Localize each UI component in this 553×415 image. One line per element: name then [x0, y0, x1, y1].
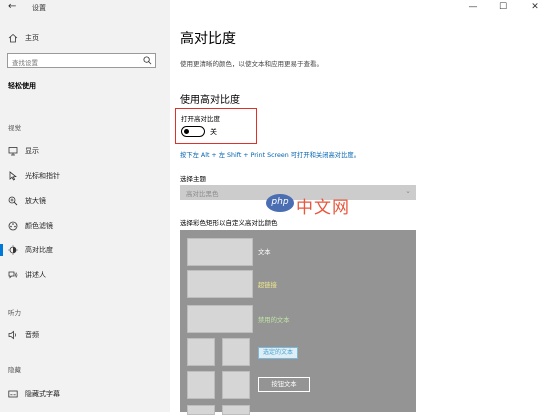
- colors-label: 选择彩色矩形以自定义高对比颜色: [180, 219, 278, 227]
- magnifier-icon: [8, 196, 18, 206]
- contrast-icon: [8, 245, 18, 255]
- sidebar-item-label: 讲述人: [25, 271, 46, 279]
- watermark-logo-text: php: [271, 197, 289, 207]
- background-swatch[interactable]: [187, 405, 215, 415]
- color-filter-icon: [8, 221, 18, 231]
- button-text-sample: 按钮文本: [258, 377, 310, 392]
- search-placeholder: 查找设置: [12, 59, 38, 67]
- sidebar-item-label: 显示: [25, 147, 39, 155]
- text-label: 文本: [258, 249, 271, 256]
- section-label-hidden: 隐藏: [8, 366, 21, 374]
- sidebar-item-home[interactable]: 主页: [8, 32, 158, 44]
- active-indicator: [0, 244, 3, 256]
- search-input[interactable]: 查找设置: [7, 53, 156, 68]
- back-arrow-icon[interactable]: ←: [8, 2, 16, 12]
- selected-text-sample: 选定的文本: [258, 347, 299, 359]
- titlebar-left: ← 设置: [0, 0, 170, 16]
- sidebar-item-home-label: 主页: [25, 34, 39, 42]
- search-icon[interactable]: [143, 56, 152, 65]
- sidebar-item-label: 放大镜: [25, 197, 46, 205]
- speaker-icon: [8, 330, 16, 340]
- hyperlink-label: 超链接: [258, 282, 277, 289]
- caption-icon: [8, 390, 18, 398]
- narrator-icon: [8, 271, 18, 279]
- window-title: 设置: [32, 4, 46, 12]
- cursor-icon: [9, 171, 17, 181]
- section-label-hearing: 听力: [8, 309, 21, 317]
- toggle-knob: [184, 128, 189, 134]
- sidebar-item-label: 高对比度: [25, 246, 53, 254]
- chevron-down-icon: ⌄: [405, 187, 411, 195]
- high-contrast-toggle[interactable]: [181, 126, 205, 137]
- sidebar-item-color-filter[interactable]: 颜色滤镜: [0, 219, 170, 233]
- sidebar-item-narrator[interactable]: 讲述人: [0, 268, 170, 282]
- extra-swatch[interactable]: [222, 405, 250, 415]
- sidebar-item-label: 音频: [25, 331, 39, 339]
- sidebar-item-audio[interactable]: 音频: [0, 328, 170, 342]
- sidebar-item-captions[interactable]: 隐藏式字幕: [0, 387, 170, 401]
- toggle-state-text: 关: [210, 128, 217, 136]
- shortcut-link[interactable]: 按下左 Alt + 左 Shift + Print Screen 可打开和关闭高…: [180, 150, 360, 159]
- sidebar-item-cursor[interactable]: 光标和指针: [0, 169, 170, 183]
- theme-select-value: 高对比黑色: [186, 190, 219, 198]
- sidebar-item-label: 光标和指针: [25, 172, 60, 180]
- hyperlink-color-swatch[interactable]: [187, 270, 253, 298]
- selected-background-swatch[interactable]: [187, 338, 215, 366]
- sidebar-item-display[interactable]: 显示: [0, 144, 170, 158]
- selected-text-swatch[interactable]: [222, 338, 250, 366]
- section-label-vision: 视觉: [8, 124, 21, 132]
- home-icon: [8, 33, 18, 43]
- section-heading: 使用高对比度: [180, 95, 240, 106]
- watermark-text: 中文网: [296, 198, 350, 218]
- sidebar-item-label: 隐藏式字幕: [25, 390, 60, 398]
- display-icon: [8, 147, 18, 156]
- php-logo-icon: php: [266, 194, 294, 212]
- disabled-text-color-swatch[interactable]: [187, 305, 253, 333]
- text-color-swatch[interactable]: [187, 238, 253, 266]
- main-content: 高对比度 使用更清晰的颜色，以使文本和应用更易于查看。 使用高对比度 打开高对比…: [170, 0, 553, 415]
- page-description: 使用更清晰的颜色，以使文本和应用更易于查看。: [180, 60, 323, 68]
- watermark: php 中文网: [266, 192, 358, 218]
- color-preview-panel: 文本 超链接 禁用的文本 选定的文本 按钮文本: [180, 230, 416, 415]
- button-text-swatch[interactable]: [222, 371, 250, 399]
- button-background-swatch[interactable]: [187, 371, 215, 399]
- sidebar: ← 设置 主页 查找设置 轻松使用 视觉 显示 光标和指针 放大镜 颜色滤镜 高…: [0, 0, 170, 412]
- theme-label: 选择主题: [180, 175, 206, 183]
- toggle-label: 打开高对比度: [181, 115, 220, 123]
- sidebar-item-label: 颜色滤镜: [25, 222, 53, 230]
- sidebar-item-high-contrast[interactable]: 高对比度: [0, 243, 170, 257]
- page-title: 高对比度: [180, 31, 236, 47]
- disabled-text-label: 禁用的文本: [258, 317, 290, 324]
- sidebar-item-magnifier[interactable]: 放大镜: [0, 194, 170, 208]
- category-title: 轻松使用: [8, 82, 36, 90]
